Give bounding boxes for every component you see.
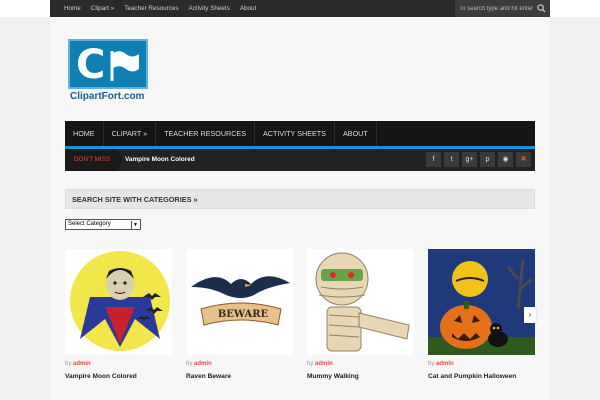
ticker-label: DON'T MISS <box>65 149 117 171</box>
facebook-icon[interactable]: f <box>426 152 441 167</box>
page-container: C ClipartFort.com HOME CLIPART » TEACHER… <box>50 17 550 400</box>
twitter-icon[interactable]: t <box>444 152 459 167</box>
logo-letter: C <box>76 42 106 88</box>
mainnav-clipart[interactable]: CLIPART » <box>104 121 157 146</box>
mainnav-home[interactable]: HOME <box>65 121 104 146</box>
rss-icon[interactable]: ◉ <box>498 152 513 167</box>
logo-text: ClipartFort.com <box>70 91 145 102</box>
chevron-down-icon: ▼ <box>131 221 139 229</box>
beware-sign-text: BEWARE <box>218 309 269 320</box>
top-nav: Home Clipart » Teacher Resources Activit… <box>64 0 266 17</box>
cat-pumpkin-illustration <box>428 249 535 355</box>
ticker-headline[interactable]: Vampire Moon Colored <box>125 149 195 171</box>
category-select-value: Select Category <box>68 221 111 227</box>
post-thumbnail[interactable] <box>307 249 414 355</box>
post-byline: by admin <box>307 361 414 367</box>
categories-heading: SEARCH SITE WITH CATEGORIES » <box>65 189 535 209</box>
raven-illustration: BEWARE <box>191 276 290 326</box>
social-icons: f t g+ p ◉ ✖ <box>423 152 531 167</box>
post-title[interactable]: Mummy Walking <box>307 373 414 380</box>
post-byline: by admin <box>428 361 535 367</box>
post-thumbnail[interactable]: BEWARE <box>186 249 293 355</box>
post-author[interactable]: admin <box>194 361 212 367</box>
post-card[interactable]: BEWARE by admin Raven Beware <box>186 249 293 380</box>
byline-prefix: by <box>186 361 193 367</box>
byline-prefix: by <box>428 361 435 367</box>
topnav-clipart[interactable]: Clipart » <box>91 5 114 12</box>
post-byline: by admin <box>65 361 172 367</box>
vampire-illustration <box>70 251 170 351</box>
search-box <box>455 0 550 17</box>
categories-heading-label: SEARCH SITE WITH CATEGORIES » <box>72 195 198 204</box>
logo-badge: C <box>68 39 148 89</box>
mainnav-teacher-resources[interactable]: TEACHER RESOURCES <box>156 121 255 146</box>
chevron-right-icon[interactable]: › <box>524 307 536 323</box>
search-icon[interactable] <box>537 4 546 13</box>
ticker-arrow-icon <box>117 149 123 171</box>
pinterest-icon[interactable]: p <box>480 152 495 167</box>
post-card[interactable]: by admin Cat and Pumpkin Halloween <box>428 249 535 380</box>
topnav-teacher-resources[interactable]: Teacher Resources <box>124 5 178 12</box>
post-title[interactable]: Vampire Moon Colored <box>65 373 172 380</box>
mainnav-about[interactable]: ABOUT <box>335 121 377 146</box>
shuffle-icon[interactable]: ✖ <box>516 152 531 167</box>
post-thumbnail[interactable] <box>428 249 535 355</box>
top-bar: Home Clipart » Teacher Resources Activit… <box>0 0 600 17</box>
top-bar-inner: Home Clipart » Teacher Resources Activit… <box>50 0 550 17</box>
post-title[interactable]: Raven Beware <box>186 373 293 380</box>
byline-prefix: by <box>65 361 72 367</box>
topnav-home[interactable]: Home <box>64 5 81 12</box>
post-title[interactable]: Cat and Pumpkin Halloween <box>428 373 535 380</box>
topnav-activity-sheets[interactable]: Activity Sheets <box>189 5 230 12</box>
chevron-down-icon: » <box>110 5 115 12</box>
mummy-illustration <box>315 252 410 352</box>
topnav-about[interactable]: About <box>240 5 256 12</box>
byline-prefix: by <box>307 361 314 367</box>
topnav-clipart-label: Clipart <box>90 5 109 12</box>
post-author[interactable]: admin <box>436 361 454 367</box>
category-select[interactable]: Select Category ▼ <box>65 219 141 230</box>
flag-icon <box>110 51 139 81</box>
post-card[interactable]: by admin Vampire Moon Colored <box>65 249 172 380</box>
main-nav: HOME CLIPART » TEACHER RESOURCES ACTIVIT… <box>65 121 535 149</box>
post-thumbnail[interactable] <box>65 249 172 355</box>
news-ticker: DON'T MISS Vampire Moon Colored f t g+ p… <box>65 149 535 171</box>
mainnav-activity-sheets[interactable]: ACTIVITY SHEETS <box>255 121 335 146</box>
post-byline: by admin <box>186 361 293 367</box>
posts-carousel: by admin Vampire Moon Colored BEWARE by … <box>65 249 535 400</box>
post-author[interactable]: admin <box>315 361 333 367</box>
post-card[interactable]: by admin Mummy Walking <box>307 249 414 380</box>
site-logo[interactable]: C ClipartFort.com <box>68 39 150 105</box>
post-author[interactable]: admin <box>73 361 91 367</box>
google-plus-icon[interactable]: g+ <box>462 152 477 167</box>
search-input[interactable] <box>459 3 534 14</box>
